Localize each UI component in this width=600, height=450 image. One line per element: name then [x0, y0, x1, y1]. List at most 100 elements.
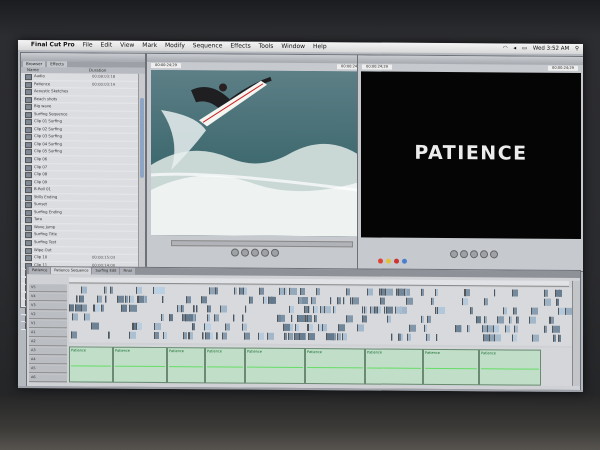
video-clip[interactable]: [502, 307, 508, 315]
video-clip[interactable]: [385, 288, 393, 296]
video-clip[interactable]: [298, 296, 302, 305]
video-clip[interactable]: [298, 332, 305, 341]
video-clip[interactable]: [361, 306, 365, 314]
video-clip[interactable]: [163, 332, 167, 340]
video-clip[interactable]: [484, 316, 487, 324]
video-clip[interactable]: [556, 298, 560, 306]
video-clip[interactable]: [484, 298, 489, 306]
video-clip[interactable]: [244, 332, 251, 340]
audio-clip[interactable]: Patience: [69, 346, 113, 383]
video-clip[interactable]: [125, 295, 128, 303]
play-button[interactable]: [251, 248, 259, 257]
track-header[interactable]: A6: [29, 374, 67, 383]
video-clip[interactable]: [136, 322, 142, 330]
video-clip[interactable]: [337, 333, 341, 341]
video-clip[interactable]: [493, 325, 499, 333]
video-clip[interactable]: [323, 306, 331, 314]
battery-icon[interactable]: ▭: [522, 44, 527, 54]
video-clip[interactable]: [421, 288, 425, 296]
video-clip[interactable]: [311, 297, 316, 305]
menu-modify[interactable]: Modify: [165, 41, 185, 51]
video-clip[interactable]: [531, 307, 539, 315]
video-clip[interactable]: [337, 324, 345, 332]
menu-window[interactable]: Window: [281, 42, 305, 52]
audio-clip[interactable]: Patience: [305, 348, 365, 385]
video-clip[interactable]: [257, 332, 265, 340]
video-clip[interactable]: [83, 313, 90, 321]
video-clip[interactable]: [241, 314, 245, 322]
video-clip[interactable]: [486, 325, 493, 333]
video-clip[interactable]: [300, 287, 306, 296]
canvas-step-forward-button[interactable]: [480, 250, 488, 259]
video-clip[interactable]: [289, 287, 297, 295]
video-clip[interactable]: [249, 296, 253, 304]
video-clip[interactable]: [107, 331, 111, 339]
video-clip[interactable]: [431, 297, 434, 305]
video-clip[interactable]: [407, 333, 411, 341]
go-to-in-button[interactable]: [231, 248, 239, 257]
menu-sequence[interactable]: Sequence: [193, 41, 223, 51]
video-clip[interactable]: [380, 297, 385, 305]
video-clip[interactable]: [346, 315, 353, 323]
step-back-button[interactable]: [241, 248, 249, 257]
track-header[interactable]: A3: [29, 347, 67, 356]
video-clip[interactable]: [128, 295, 134, 303]
video-clip[interactable]: [529, 316, 536, 324]
video-clip[interactable]: [325, 333, 334, 341]
video-clip[interactable]: [180, 305, 184, 313]
video-clip[interactable]: [182, 332, 187, 340]
insert-edit-button[interactable]: [378, 258, 383, 264]
video-clip[interactable]: [101, 304, 105, 312]
video-clip[interactable]: [162, 296, 165, 304]
video-clip[interactable]: [290, 314, 293, 322]
video-clip[interactable]: [184, 314, 193, 322]
video-clip[interactable]: [385, 306, 393, 314]
menu-file[interactable]: File: [83, 40, 93, 50]
video-clip[interactable]: [337, 297, 342, 305]
video-clip[interactable]: [551, 325, 560, 333]
video-clip[interactable]: [421, 315, 424, 323]
audio-clip[interactable]: Patience: [167, 347, 205, 384]
timeline-tab-1[interactable]: Patience: [29, 267, 51, 275]
menu-edit[interactable]: Edit: [101, 41, 113, 51]
video-clip[interactable]: [288, 305, 294, 313]
timeline-scrollbar[interactable]: [572, 280, 580, 386]
video-clip[interactable]: [435, 288, 439, 296]
video-clip[interactable]: [232, 314, 236, 322]
video-clip[interactable]: [342, 297, 346, 305]
video-clip[interactable]: [267, 332, 274, 340]
video-clip[interactable]: [461, 298, 468, 306]
video-clip[interactable]: [283, 332, 287, 340]
track-header[interactable]: A5: [29, 365, 67, 374]
video-clip[interactable]: [376, 306, 382, 314]
track-header[interactable]: V2: [29, 311, 67, 320]
menu-mark[interactable]: Mark: [142, 41, 157, 51]
video-clip[interactable]: [195, 305, 199, 313]
app-menu[interactable]: Final Cut Pro: [31, 40, 75, 50]
video-clip[interactable]: [241, 323, 247, 331]
video-clip[interactable]: [316, 288, 320, 296]
video-clip[interactable]: [204, 332, 210, 340]
video-clip[interactable]: [329, 297, 333, 305]
canvas-video-frame[interactable]: PATIENCE: [361, 71, 581, 239]
volume-icon[interactable]: ◂: [513, 43, 516, 53]
video-clip[interactable]: [366, 288, 373, 296]
video-clip[interactable]: [186, 296, 191, 304]
video-clip[interactable]: [435, 333, 439, 341]
video-clip[interactable]: [78, 295, 85, 303]
video-clip[interactable]: [70, 331, 77, 339]
menu-effects[interactable]: Effects: [230, 42, 250, 52]
video-clip[interactable]: [555, 289, 563, 297]
audio-tracks[interactable]: Patience Patience Patience Patience Patience…: [69, 344, 579, 386]
track-header[interactable]: V1: [29, 320, 67, 329]
canvas-step-back-button[interactable]: [460, 250, 468, 259]
track-header[interactable]: V4: [29, 293, 67, 302]
viewer-video-frame[interactable]: [151, 69, 368, 237]
video-clip[interactable]: [160, 314, 165, 322]
video-clip[interactable]: [283, 323, 290, 331]
menu-view[interactable]: View: [120, 41, 134, 51]
video-clip[interactable]: [514, 325, 519, 333]
video-clip[interactable]: [301, 297, 309, 305]
video-clip[interactable]: [341, 333, 348, 341]
video-clip[interactable]: [221, 332, 228, 340]
